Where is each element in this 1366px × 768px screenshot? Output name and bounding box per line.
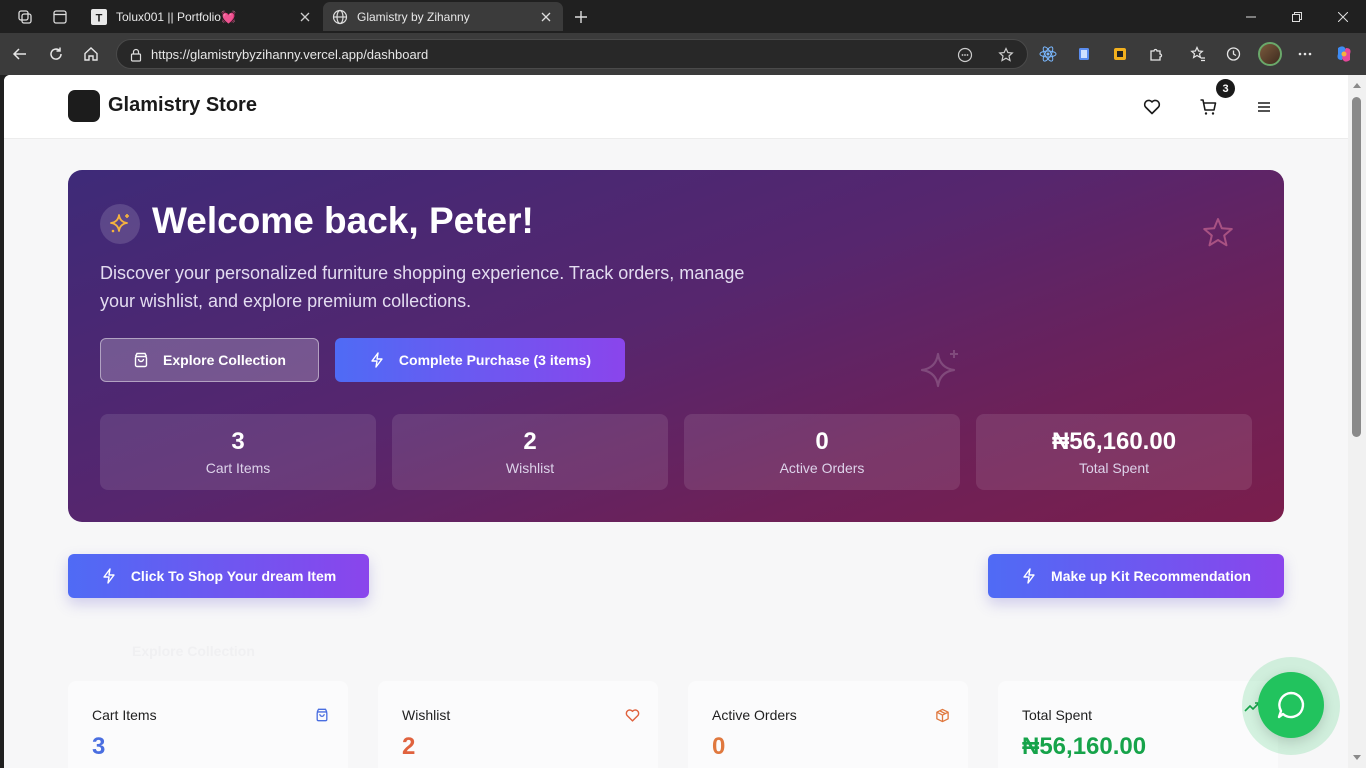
restore-button[interactable] <box>1274 0 1320 33</box>
tab-actions-icon[interactable] <box>49 6 71 28</box>
portfolio-favicon: T <box>91 8 107 25</box>
close-window-button[interactable] <box>1320 0 1366 33</box>
favorites-icon[interactable] <box>1187 43 1209 65</box>
store-logo[interactable] <box>68 90 100 122</box>
card-value: ₦56,160.00 <box>1022 733 1147 760</box>
page-scrollbar[interactable] <box>1348 75 1366 768</box>
address-bar[interactable]: https://glamistrybyzihanny.vercel.app/da… <box>116 39 1028 69</box>
stat-label: Total Spent <box>1078 460 1150 476</box>
makeup-kit-recommendation-button[interactable]: Make up Kit Recommendation <box>988 554 1284 598</box>
tab-title: Tolux001 || Portfolio💓 <box>116 9 236 24</box>
stat-wishlist: 2 Wishlist <box>392 414 668 490</box>
shopping-bag-icon <box>314 707 330 723</box>
browser-tab-strip: T Tolux001 || Portfolio💓 Glamistry by Zi… <box>0 0 1366 33</box>
menu-hamburger-icon[interactable] <box>1253 96 1275 118</box>
profile-avatar[interactable] <box>1258 42 1282 66</box>
close-tab-icon[interactable] <box>537 8 555 26</box>
welcome-subtitle: Discover your personalized furniture sho… <box>100 263 745 311</box>
extensions-puzzle-icon[interactable] <box>1145 43 1167 65</box>
card-title: Cart Items <box>92 707 157 723</box>
shop-dream-item-button[interactable]: Click To Shop Your dream Item <box>68 554 369 598</box>
scroll-down-arrow[interactable] <box>1353 755 1361 760</box>
decorative-star-icon <box>1201 216 1235 255</box>
lightning-icon <box>101 568 117 584</box>
shopping-bag-icon <box>133 352 149 368</box>
whatsapp-chat-button[interactable] <box>1258 672 1324 738</box>
stat-active-orders: 0 Active Orders <box>684 414 960 490</box>
history-icon[interactable] <box>1222 43 1244 65</box>
card-value: 3 <box>92 733 106 760</box>
stat-cart-items: 3 Cart Items <box>100 414 376 490</box>
card-wishlist: Wishlist 2 <box>378 681 658 768</box>
stat-label: Cart Items <box>205 460 271 476</box>
ghost-explore-collection[interactable]: Explore Collection <box>102 643 255 659</box>
shop-dream-item-label: Click To Shop Your dream Item <box>130 568 337 584</box>
extension-doc-icon[interactable] <box>1073 43 1095 65</box>
tab-portfolio[interactable]: T Tolux001 || Portfolio💓 <box>82 2 322 31</box>
card-active-orders: Active Orders 0 <box>688 681 968 768</box>
welcome-hero: Welcome back, Peter! Discover your perso… <box>68 170 1284 522</box>
card-title: Active Orders <box>712 707 797 723</box>
stat-label: Active Orders <box>779 460 865 476</box>
scroll-up-arrow[interactable] <box>1353 83 1361 88</box>
tab-glamistry[interactable]: Glamistry by Zihanny <box>323 2 563 31</box>
close-tab-icon[interactable] <box>296 8 314 26</box>
complete-purchase-label: Complete Purchase (3 items) <box>398 352 592 368</box>
makeup-kit-recommendation-label: Make up Kit Recommendation <box>1051 568 1251 584</box>
cart-icon[interactable] <box>1197 96 1219 118</box>
explore-collection-button[interactable]: Explore Collection <box>100 338 319 382</box>
package-icon <box>934 707 950 723</box>
extension-badge-icon[interactable] <box>1109 43 1131 65</box>
url-text: https://glamistrybyzihanny.vercel.app/da… <box>151 47 429 62</box>
ghost-label: Explore Collection <box>132 643 255 659</box>
tab-title: Glamistry by Zihanny <box>357 9 470 24</box>
browser-toolbar: https://glamistrybyzihanny.vercel.app/da… <box>0 33 1366 75</box>
favorite-star-icon[interactable] <box>996 45 1016 65</box>
stat-total-spent: ₦56,160.00 Total Spent <box>976 414 1252 490</box>
store-name[interactable]: Glamistry Store <box>108 94 257 117</box>
explore-collection-label: Explore Collection <box>163 352 286 368</box>
reading-mode-icon[interactable] <box>955 45 975 65</box>
chat-bubble-icon <box>1275 689 1307 721</box>
welcome-title: Welcome back, Peter! <box>152 200 534 241</box>
card-cart-items: Cart Items 3 <box>68 681 348 768</box>
stat-value: 0 <box>815 428 829 455</box>
page-viewport: Glamistry Store 3 Welcome back, Peter! D… <box>4 75 1348 768</box>
cart-count-badge: 3 <box>1216 79 1235 98</box>
lightning-icon <box>369 352 385 368</box>
stat-value: ₦56,160.00 <box>1051 428 1177 455</box>
new-tab-button[interactable] <box>570 6 592 28</box>
site-header: Glamistry Store 3 <box>4 75 1348 139</box>
decorative-sparkles-icon <box>916 346 964 399</box>
complete-purchase-button[interactable]: Complete Purchase (3 items) <box>335 338 625 382</box>
scroll-thumb[interactable] <box>1352 97 1361 437</box>
minimize-button[interactable] <box>1228 0 1274 33</box>
globe-icon <box>332 9 348 25</box>
more-options-icon[interactable] <box>1294 43 1316 65</box>
wishlist-heart-icon[interactable] <box>1141 96 1163 118</box>
card-title: Wishlist <box>402 707 451 723</box>
card-title: Total Spent <box>1022 707 1093 723</box>
react-devtools-icon[interactable] <box>1037 43 1059 65</box>
stat-value: 2 <box>523 428 537 455</box>
home-icon[interactable] <box>79 42 103 66</box>
lightning-icon <box>1021 568 1037 584</box>
card-value: 0 <box>712 733 726 760</box>
stat-label: Wishlist <box>505 460 555 476</box>
site-info-icon[interactable] <box>127 46 145 64</box>
refresh-icon[interactable] <box>44 42 68 66</box>
back-arrow-icon[interactable] <box>8 42 32 66</box>
card-total-spent: Total Spent ₦56,160.00 <box>998 681 1278 768</box>
card-value: 2 <box>402 733 416 760</box>
sparkles-icon <box>100 204 140 244</box>
stat-value: 3 <box>231 428 245 455</box>
copilot-icon[interactable] <box>1333 43 1355 65</box>
svg-text:T: T <box>96 12 103 24</box>
workspaces-icon[interactable] <box>14 6 36 28</box>
heart-icon <box>624 707 640 723</box>
